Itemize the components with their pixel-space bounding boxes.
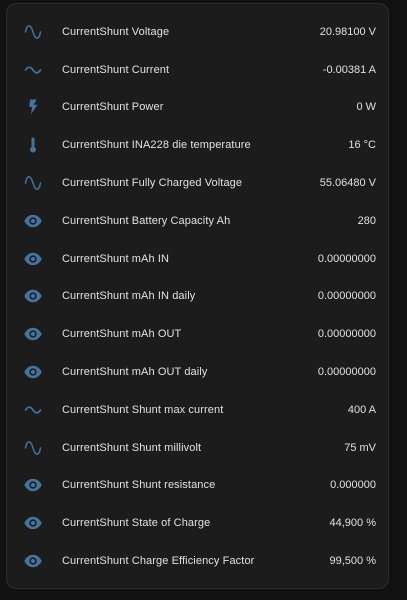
entity-row-voltage[interactable]: CurrentShunt Voltage 20.98100 V	[7, 13, 388, 51]
entity-state: 55.06480 V	[319, 177, 376, 190]
entity-state: 0.00000000	[317, 290, 376, 303]
entity-name: CurrentShunt mAh OUT daily	[62, 366, 208, 379]
entity-state: -0.00381 A	[322, 63, 376, 76]
thermometer-icon	[21, 133, 45, 157]
current-ac-icon	[21, 58, 45, 82]
entity-name: CurrentShunt INA228 die temperature	[62, 139, 251, 152]
entity-row-mah-out-daily[interactable]: CurrentShunt mAh OUT daily 0.00000000	[7, 353, 388, 391]
entity-name: CurrentShunt mAh OUT	[62, 328, 182, 341]
entity-name: CurrentShunt Shunt max current	[62, 403, 224, 416]
eye-icon	[21, 284, 45, 308]
entity-state: 20.98100 V	[319, 25, 376, 38]
entity-name: CurrentShunt Charge Efficiency Factor	[62, 555, 255, 568]
entity-row-mah-in-daily[interactable]: CurrentShunt mAh IN daily 0.00000000	[7, 278, 388, 316]
eye-icon	[21, 322, 45, 346]
sine-wave-icon	[21, 436, 45, 460]
entity-state: 400 A	[347, 403, 376, 416]
entity-state: 0 W	[356, 101, 376, 114]
entity-state: 75 mV	[344, 441, 376, 454]
entity-row-shunt-millivolt[interactable]: CurrentShunt Shunt millivolt 75 mV	[7, 429, 388, 467]
entity-row-current[interactable]: CurrentShunt Current -0.00381 A	[7, 51, 388, 89]
entity-name: CurrentShunt Battery Capacity Ah	[62, 214, 231, 227]
entity-name: CurrentShunt Current	[62, 63, 170, 76]
entity-row-state-of-charge[interactable]: CurrentShunt State of Charge 44,900 %	[7, 504, 388, 542]
entity-row-power[interactable]: CurrentShunt Power 0 W	[7, 89, 388, 127]
entity-row-mah-out[interactable]: CurrentShunt mAh OUT 0.00000000	[7, 315, 388, 353]
eye-icon	[21, 209, 45, 233]
eye-icon	[21, 247, 45, 271]
entity-row-battery-capacity[interactable]: CurrentShunt Battery Capacity Ah 280	[7, 202, 388, 240]
entity-row-temperature[interactable]: CurrentShunt INA228 die temperature 16 °…	[7, 126, 388, 164]
entity-state: 0.00000000	[317, 252, 376, 265]
entity-state: 44,900 %	[329, 517, 376, 530]
sine-wave-icon	[21, 171, 45, 195]
eye-icon	[21, 360, 45, 384]
eye-icon	[21, 549, 45, 573]
entity-list: CurrentShunt Voltage 20.98100 V CurrentS…	[7, 13, 388, 580]
entity-row-shunt-max-current[interactable]: CurrentShunt Shunt max current 400 A	[7, 391, 388, 429]
entity-row-charge-efficiency-factor[interactable]: CurrentShunt Charge Efficiency Factor 99…	[7, 542, 388, 580]
entity-state: 16 °C	[348, 139, 376, 152]
entity-state: 0.00000000	[317, 366, 376, 379]
entity-state: 0.000000	[330, 479, 376, 492]
current-ac-icon	[21, 398, 45, 422]
entity-state: 0.00000000	[317, 328, 376, 341]
flash-icon	[21, 95, 45, 119]
entity-name: CurrentShunt State of Charge	[62, 517, 211, 530]
entity-name: CurrentShunt Fully Charged Voltage	[62, 177, 243, 190]
entity-state: 99,500 %	[329, 555, 376, 568]
eye-icon	[21, 473, 45, 497]
entity-name: CurrentShunt mAh IN	[62, 252, 170, 265]
entity-row-mah-in[interactable]: CurrentShunt mAh IN 0.00000000	[7, 240, 388, 278]
entity-name: CurrentShunt Shunt millivolt	[62, 441, 202, 454]
entity-name: CurrentShunt Voltage	[62, 25, 170, 38]
entity-name: CurrentShunt mAh IN daily	[62, 290, 196, 303]
entity-row-shunt-resistance[interactable]: CurrentShunt Shunt resistance 0.000000	[7, 467, 388, 505]
entity-name: CurrentShunt Shunt resistance	[62, 479, 216, 492]
eye-icon	[21, 511, 45, 535]
entities-card: CurrentShunt Voltage 20.98100 V CurrentS…	[6, 3, 389, 589]
entity-row-fully-charged-voltage[interactable]: CurrentShunt Fully Charged Voltage 55.06…	[7, 164, 388, 202]
sine-wave-icon	[21, 20, 45, 44]
entity-state: 280	[357, 214, 376, 227]
entity-name: CurrentShunt Power	[62, 101, 164, 114]
